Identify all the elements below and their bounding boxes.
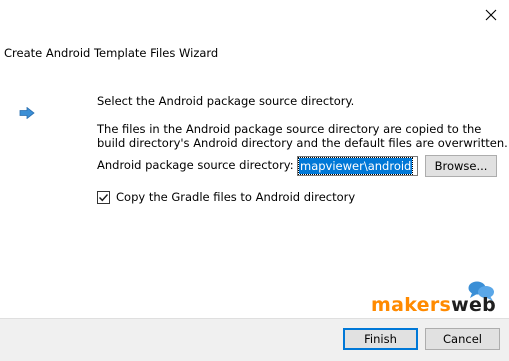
close-button[interactable] [478,4,504,26]
copy-gradle-label: Copy the Gradle files to Android directo… [116,190,356,204]
browse-button[interactable]: Browse... [425,155,497,177]
brand-suffix: web [451,294,497,316]
checkmark-icon [99,194,109,202]
description-line-1: The files in the Android package source … [97,122,482,136]
close-icon [485,9,497,21]
description-line-2: build directory's Android directory and … [97,136,508,150]
copy-gradle-checkbox[interactable] [97,191,110,204]
window-title: Create Android Template Files Wizard [4,46,219,60]
instruction-text: Select the Android package source direct… [97,94,355,108]
brand-prefix: makers [371,294,452,316]
makersweb-watermark: makersweb [371,280,505,318]
source-directory-input[interactable]: mapviewer\android [297,156,418,176]
source-directory-label: Android package source directory: [97,158,294,172]
arrow-right-icon [19,107,35,119]
finish-button[interactable]: Finish [343,328,418,350]
source-directory-value: mapviewer\android [298,157,414,175]
cancel-button[interactable]: Cancel [425,328,500,350]
